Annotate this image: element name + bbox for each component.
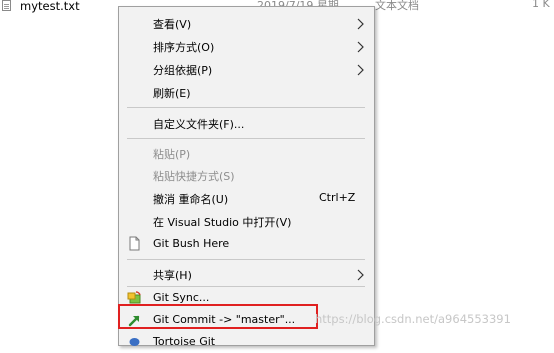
menu-separator — [127, 107, 365, 108]
context-menu: 查看(V) 排序方式(O) 分组依据(P) 刷新(E) 自定义文件夹(F)...… — [118, 6, 375, 348]
menu-item-label: 在 Visual Studio 中打开(V) — [153, 216, 292, 229]
menu-item-group-by[interactable]: 分组依据(P) — [119, 58, 374, 80]
tortoise-git-icon — [129, 338, 140, 346]
file-name: mytest.txt — [20, 0, 80, 13]
menu-separator — [127, 259, 365, 260]
menu-item-paste-shortcut[interactable]: 粘贴快捷方式(S) — [119, 164, 374, 186]
menu-item-sort-by[interactable]: 排序方式(O) — [119, 35, 374, 57]
menu-item-label: 共享(H) — [153, 269, 192, 282]
menu-item-git-bash-here[interactable]: Git Bush Here — [119, 233, 374, 255]
file-icon — [129, 236, 140, 251]
menu-item-label: Git Bush Here — [153, 237, 230, 250]
highlight-annotation — [118, 304, 318, 329]
watermark: https://blog.csdn.net/a964553391 — [315, 312, 511, 326]
menu-item-view[interactable]: 查看(V) — [119, 12, 374, 34]
menu-item-label: 自定义文件夹(F)... — [153, 118, 245, 131]
menu-item-label: 刷新(E) — [153, 87, 191, 100]
menu-item-refresh[interactable]: 刷新(E) — [119, 81, 374, 103]
menu-item-label: Git Sync... — [153, 291, 210, 304]
menu-item-label: 粘贴快捷方式(S) — [153, 170, 235, 183]
submenu-arrow-icon — [357, 269, 364, 281]
file-size: 1 K — [532, 0, 550, 10]
menu-item-label: Tortoise Git — [153, 335, 216, 348]
menu-item-label: 分组依据(P) — [153, 64, 213, 77]
menu-item-open-in-visual-studio[interactable]: 在 Visual Studio 中打开(V) — [119, 210, 374, 232]
submenu-arrow-icon — [357, 41, 364, 53]
menu-item-label: 粘贴(P) — [153, 148, 191, 161]
submenu-arrow-icon — [357, 64, 364, 76]
menu-item-label: 撤消 重命名(U) — [153, 193, 229, 206]
menu-item-paste[interactable]: 粘贴(P) — [119, 142, 374, 164]
menu-item-tortoise-git[interactable]: Tortoise Git — [119, 331, 374, 353]
menu-item-customize-folder[interactable]: 自定义文件夹(F)... — [119, 112, 374, 134]
menu-item-label: 查看(V) — [153, 18, 192, 31]
menu-separator — [127, 138, 365, 139]
menu-item-label: 排序方式(O) — [153, 41, 215, 54]
git-sync-icon — [127, 291, 141, 304]
submenu-arrow-icon — [357, 18, 364, 30]
menu-item-share[interactable]: 共享(H) — [119, 263, 374, 285]
menu-item-shortcut: Ctrl+Z — [319, 191, 356, 204]
text-file-icon — [2, 0, 11, 11]
menu-item-undo-rename[interactable]: 撤消 重命名(U) Ctrl+Z — [119, 187, 374, 209]
file-type: 文本文档 — [375, 0, 419, 12]
